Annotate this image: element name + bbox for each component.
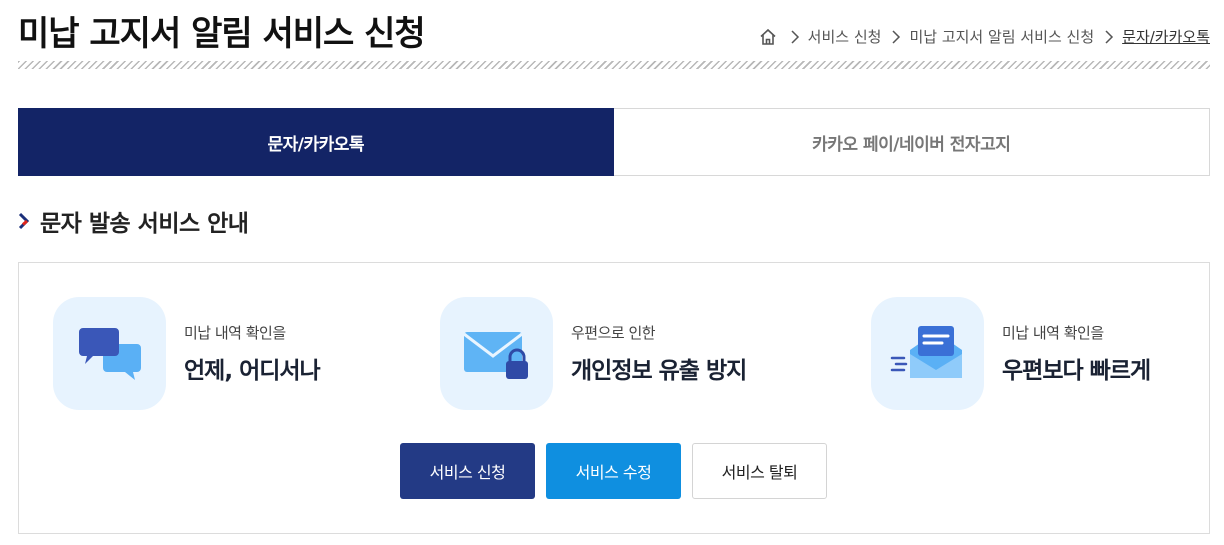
fast-mail-icon [871,297,984,410]
section-chevron-icon [18,212,30,230]
title-divider [18,61,1210,69]
feature-privacy: 우편으로 인한 개인정보 유출 방지 [440,297,747,410]
section-title-text: 문자 발송 서비스 안내 [40,211,249,237]
breadcrumb-item-current[interactable]: 문자/카카오톡 [1122,26,1210,47]
feature-privacy-sub: 우편으로 인한 [571,324,656,342]
chevron-right-icon [891,29,901,44]
chat-bubbles-icon [53,297,166,410]
feature-anytime-sub: 미납 내역 확인을 [184,324,286,342]
tab-bar: 문자/카카오톡 카카오 페이/네이버 전자고지 [18,108,1210,176]
service-modify-button[interactable]: 서비스 수정 [546,443,681,499]
page-title: 미납 고지서 알림 서비스 신청 [18,14,426,54]
breadcrumb: 서비스 신청 미납 고지서 알림 서비스 신청 문자/카카오톡 [758,26,1210,47]
breadcrumb-item-service-apply[interactable]: 서비스 신청 [808,26,882,47]
tab-sms-kakaotalk[interactable]: 문자/카카오톡 [18,108,614,176]
action-buttons: 서비스 신청 서비스 수정 서비스 탈퇴 [400,443,838,499]
service-withdraw-button[interactable]: 서비스 탈퇴 [692,443,827,499]
feature-faster-sub: 미납 내역 확인을 [1002,324,1104,342]
feature-privacy-main: 개인정보 유출 방지 [571,358,747,384]
feature-faster: 미납 내역 확인을 우편보다 빠르게 [871,297,1151,410]
tab-kakaopay-naver[interactable]: 카카오 페이/네이버 전자고지 [613,108,1210,176]
service-info-panel: 미납 내역 확인을 언제, 어디서나 우편으로 인한 개인정보 유출 방지 미납… [18,262,1210,534]
feature-anytime-main: 언제, 어디서나 [184,358,321,384]
chevron-right-icon [1104,29,1114,44]
breadcrumb-item-notice-service[interactable]: 미납 고지서 알림 서비스 신청 [909,26,1094,47]
section-title: 문자 발송 서비스 안내 [18,204,249,238]
service-apply-button[interactable]: 서비스 신청 [400,443,535,499]
chevron-right-icon [790,29,800,44]
feature-faster-main: 우편보다 빠르게 [1002,358,1151,384]
locked-envelope-icon [440,297,553,410]
feature-anytime: 미납 내역 확인을 언제, 어디서나 [53,297,321,410]
home-icon[interactable] [758,27,778,47]
